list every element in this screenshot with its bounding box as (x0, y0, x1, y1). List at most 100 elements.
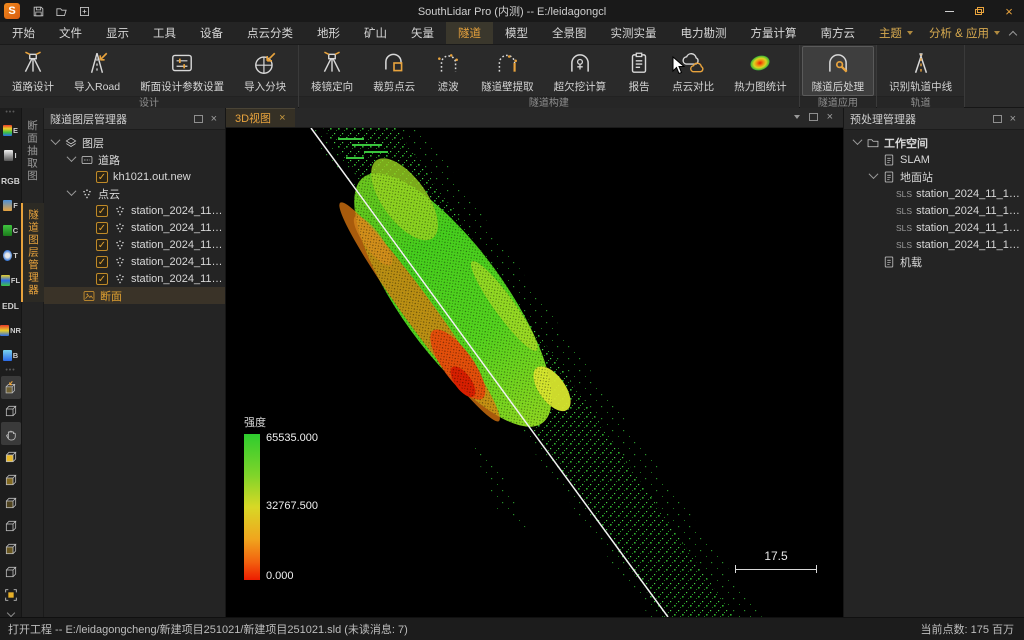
road-design-button[interactable]: 道路设计 (2, 46, 64, 96)
mode-class-button[interactable]: C (1, 218, 21, 243)
view-back-button[interactable] (1, 468, 21, 491)
tree-node-airborne[interactable]: 机载 (844, 253, 1024, 270)
tree-item-station[interactable]: ✓ station_2024_11_19_1... (44, 270, 225, 287)
float-view-icon[interactable] (809, 113, 818, 121)
close-panel-icon[interactable]: × (1010, 113, 1016, 125)
report-button[interactable]: 报告 (616, 46, 662, 96)
checkbox-checked[interactable]: ✓ (96, 205, 108, 217)
minimize-button[interactable] (934, 0, 964, 22)
tree-node-slam[interactable]: SLAM (844, 151, 1024, 168)
tree-node-ground-station[interactable]: 地面站 (844, 168, 1024, 185)
view-bottom-button[interactable] (1, 560, 21, 583)
expander-icon[interactable] (869, 169, 879, 179)
checkbox-checked[interactable]: ✓ (96, 273, 108, 285)
save-icon[interactable] (32, 5, 45, 18)
checkbox-checked[interactable]: ✓ (96, 239, 108, 251)
track-centerline-button[interactable]: 识别轨道中线 (879, 46, 962, 96)
mode-time-button[interactable]: T (1, 243, 21, 268)
menu-item-mine[interactable]: 矿山 (352, 22, 399, 44)
view-right-button[interactable] (1, 514, 21, 537)
mode-nr-button[interactable]: NR (1, 318, 21, 343)
menu-item-vector[interactable]: 矢量 (399, 22, 446, 44)
theme-dropdown[interactable]: 主题 (873, 25, 919, 41)
new-project-icon[interactable] (78, 5, 91, 18)
menu-item-power-survey[interactable]: 电力勘测 (669, 22, 739, 44)
checkbox-checked[interactable]: ✓ (96, 171, 108, 183)
menu-item-south-cloud[interactable]: 南方云 (809, 22, 868, 44)
tunnel-postprocess-button[interactable]: 隧道后处理 (802, 46, 875, 96)
view-top-button[interactable] (1, 537, 21, 560)
clip-pointcloud-button[interactable]: 裁剪点云 (363, 46, 425, 96)
prism-orientation-button[interactable]: 棱镜定向 (301, 46, 363, 96)
close-tab-icon[interactable]: × (279, 112, 285, 124)
pan-tool-button[interactable] (1, 422, 21, 445)
menu-item-start[interactable]: 开始 (0, 22, 47, 44)
mode-rgb-button[interactable]: RGB (1, 168, 21, 193)
menu-item-tools[interactable]: 工具 (141, 22, 188, 44)
mode-flight-button[interactable]: F (1, 193, 21, 218)
tree-item-station[interactable]: ✓ station_2024_11_19_1... (44, 236, 225, 253)
mode-fl-button[interactable]: FL (1, 268, 21, 293)
mode-intensity-button[interactable]: I (1, 143, 21, 168)
tree-item-station[interactable]: ✓ station_2024_11_19_1... (44, 219, 225, 236)
menu-item-file[interactable]: 文件 (47, 22, 94, 44)
import-blocks-button[interactable]: 导入分块 (234, 46, 296, 96)
menu-item-volume-calc[interactable]: 方量计算 (739, 22, 809, 44)
tree-node-pointcloud[interactable]: 点云 (44, 185, 225, 202)
float-panel-icon[interactable] (993, 115, 1002, 123)
tree-node-workspace[interactable]: 工作空间 (844, 134, 1024, 151)
mode-edl-button[interactable]: EDL (1, 293, 21, 318)
view-cube-button[interactable] (1, 399, 21, 422)
expander-icon[interactable] (67, 152, 77, 162)
menu-item-device[interactable]: 设备 (188, 22, 235, 44)
expander-icon[interactable] (67, 186, 77, 196)
collapse-ribbon-icon[interactable] (1009, 30, 1017, 38)
menu-item-model[interactable]: 模型 (493, 22, 540, 44)
tree-node-layers[interactable]: 图层 (44, 134, 225, 151)
mode-b-button[interactable]: B (1, 343, 21, 368)
tree-item-sls-station[interactable]: SLS station_2024_11_19_10_48_... (844, 202, 1024, 219)
tree-item-sls-station[interactable]: SLS station_2024_11_19_10_43_... (844, 185, 1024, 202)
checkbox-checked[interactable]: ✓ (96, 222, 108, 234)
section-design-params-button[interactable]: 断面设计参数设置 (130, 46, 234, 96)
import-view-cube-button[interactable] (1, 376, 21, 399)
tab-section-extract-view[interactable]: 断面抽取图 (22, 114, 43, 189)
tree-item-station[interactable]: ✓ station_2024_11_19_1... (44, 202, 225, 219)
checkbox-checked[interactable]: ✓ (96, 256, 108, 268)
expander-icon[interactable] (51, 135, 61, 145)
view-front-button[interactable] (1, 445, 21, 468)
dock-more-icon[interactable] (6, 609, 14, 617)
menu-item-classification[interactable]: 点云分类 (235, 22, 305, 44)
open-folder-icon[interactable] (55, 5, 68, 18)
tree-item-road-file[interactable]: ✓ kh1021.out.new (44, 168, 225, 185)
view-left-button[interactable] (1, 491, 21, 514)
overbreak-calc-button[interactable]: 超欠挖计算 (544, 46, 617, 96)
filter-button[interactable]: 滤波 (425, 46, 471, 96)
menu-item-panorama[interactable]: 全景图 (540, 22, 599, 44)
analysis-dropdown[interactable]: 分析 & 应用 (923, 25, 1006, 41)
tree-item-station[interactable]: ✓ station_2024_11_19_1... (44, 253, 225, 270)
maximize-button[interactable] (964, 0, 994, 22)
menu-item-tunnel[interactable]: 隧道 (446, 22, 493, 44)
zoom-extents-button[interactable] (1, 583, 21, 606)
tab-menu-icon[interactable] (794, 115, 800, 119)
float-panel-icon[interactable] (194, 115, 203, 123)
tunnel-wall-extract-button[interactable]: 隧道壁提取 (471, 46, 544, 96)
expander-icon[interactable] (853, 135, 863, 145)
mode-elevation-button[interactable]: E (1, 118, 21, 143)
tab-tunnel-layer-manager[interactable]: 隧道图层管理器 (21, 203, 44, 303)
menu-item-measure[interactable]: 实测实量 (599, 22, 669, 44)
tree-item-section-selected[interactable]: 断面 (44, 287, 225, 304)
tree-item-sls-station[interactable]: SLS station_2024_11_19_10_52_... (844, 219, 1024, 236)
close-panel-icon[interactable]: × (211, 113, 217, 125)
heatmap-stats-button[interactable]: 热力图统计 (724, 46, 797, 96)
close-view-icon[interactable]: × (827, 111, 833, 123)
menu-item-terrain[interactable]: 地形 (305, 22, 352, 44)
menu-item-display[interactable]: 显示 (94, 22, 141, 44)
tree-item-sls-station[interactable]: SLS station_2024_11_19_11_01_... (844, 236, 1024, 253)
viewport-3d[interactable]: 强度 65535.000 32767.500 0.000 17.5 (226, 128, 843, 617)
import-road-button[interactable]: 导入Road (64, 46, 130, 96)
tab-3d-view[interactable]: 3D视图 × (226, 108, 295, 127)
tree-node-road[interactable]: 道路 (44, 151, 225, 168)
close-button[interactable]: × (994, 0, 1024, 22)
